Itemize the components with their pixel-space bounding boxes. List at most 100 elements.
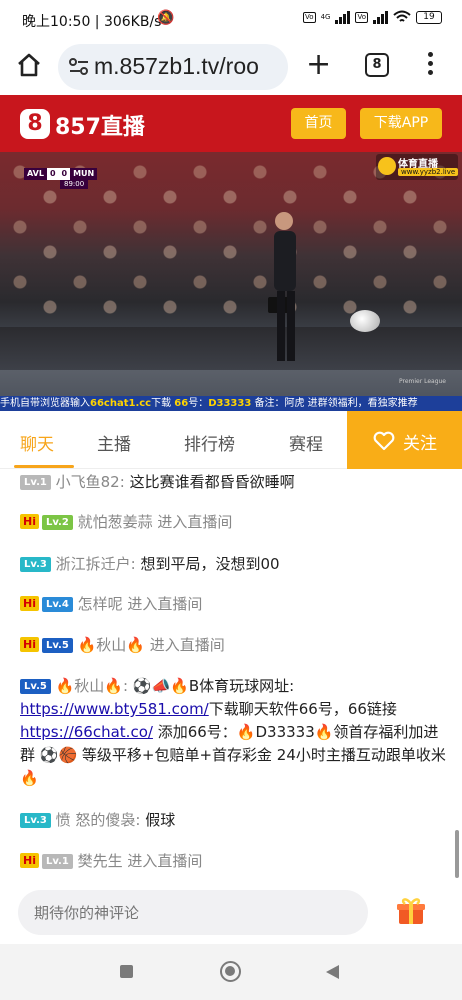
signal-icon [335, 10, 351, 24]
level-badge: Lv.5 [41, 638, 73, 653]
tab-underline [14, 465, 74, 468]
chat-link[interactable]: https://www.bty581.com/ [20, 700, 209, 718]
heart-icon [373, 431, 395, 451]
ticker-site: 66chat1.cc [90, 398, 152, 409]
volte-icon: Vo [303, 11, 316, 23]
system-nav-bar [0, 944, 462, 1000]
tab-switcher-button[interactable]: 8 [365, 53, 389, 77]
hi-badge: Hi [20, 514, 39, 529]
home-icon[interactable] [16, 52, 42, 78]
chat-nick[interactable]: 浙江拆迁户: [56, 555, 136, 573]
chat-message: Lv.3 浙江拆迁户: 想到平局，没想到00 [20, 553, 450, 575]
chat-nick[interactable]: 🔥秋山🔥 [78, 636, 145, 654]
chat-text: 这比赛谁看都昏昏欲睡啊 [129, 473, 295, 491]
mute-icon: 🔕 [157, 10, 175, 26]
ticker-code: D33333 [208, 398, 252, 409]
ticker-banner: 手机自带浏览器输入66chat1.cc下载 66号：D33333 备注：阿虎 进… [0, 396, 462, 411]
chat-message: Lv.1 小飞鱼82: 这比赛谁看都昏昏欲睡啊 [20, 471, 450, 493]
ball [350, 310, 380, 332]
level-badge: Lv.2 [41, 515, 73, 530]
hi-badge: Hi [20, 637, 39, 652]
video-player[interactable]: AVL 0 0 MUN 89:00 体育直播 www.yyzb2.live Pr… [0, 152, 462, 411]
logo-badge: 8 [20, 109, 50, 139]
chat-link[interactable]: https://66chat.co/ [20, 723, 153, 741]
download-app-button[interactable]: 下载APP [360, 108, 442, 139]
back-icon[interactable] [325, 964, 340, 980]
chat-message: Hi Lv.4 怎样呢 进入直播间 [20, 593, 450, 615]
chat-text: 进入直播间 [157, 513, 233, 531]
scoreboard: AVL 0 0 MUN [24, 168, 98, 180]
chat-text: 进入直播间 [127, 852, 203, 870]
chat-message: Hi Lv.1 樊先生 进入直播间 [20, 850, 450, 872]
league-logo-text: Premier League [398, 378, 446, 385]
hi-badge: Hi [20, 853, 39, 868]
watermark: 体育直播 www.yyzb2.live [376, 154, 459, 180]
network-label: 4G [320, 13, 331, 21]
chat-message: Lv.3 愤 怒的傻袅: 假球 [20, 809, 450, 831]
score-away: 0 [58, 168, 71, 180]
tab-ranking[interactable]: 排行榜 [184, 430, 235, 455]
tab-chat[interactable]: 聊天 [20, 430, 54, 455]
level-badge: Lv.3 [20, 557, 51, 572]
chat-text: 想到平局，没想到00 [140, 555, 280, 573]
chat-nick[interactable]: 小飞鱼82: [56, 473, 125, 491]
scrollbar[interactable] [455, 830, 459, 878]
chat-nick[interactable]: 🔥秋山🔥: [56, 677, 128, 695]
battery-icon: 19 [416, 10, 442, 24]
chat-text: 下载聊天软件66号，66链接 [208, 700, 397, 718]
browser-toolbar: m.857zb1.tv/roo + 8 [0, 40, 462, 95]
more-menu-icon[interactable] [428, 52, 434, 79]
level-badge: Lv.1 [20, 475, 51, 490]
hi-badge: Hi [20, 596, 39, 611]
address-bar[interactable]: m.857zb1.tv/roo [58, 44, 288, 90]
chat-text: 进入直播间 [149, 636, 225, 654]
follow-button[interactable]: 关注 [347, 411, 462, 469]
team-home: AVL [27, 169, 44, 178]
score-home: 0 [46, 168, 59, 180]
recents-icon[interactable] [120, 965, 133, 978]
watermark-url: www.yyzb2.live [398, 168, 459, 176]
ticker-num: 66 [174, 398, 189, 409]
new-tab-icon[interactable]: + [306, 50, 331, 80]
chat-nick[interactable]: 怎样呢 [78, 595, 123, 613]
tab-schedule[interactable]: 赛程 [289, 430, 323, 455]
comment-input[interactable] [34, 890, 354, 935]
comment-input-wrapper[interactable] [18, 890, 368, 935]
watermark-icon [378, 157, 396, 175]
follow-label: 关注 [403, 434, 437, 454]
tab-anchor[interactable]: 主播 [97, 430, 131, 455]
site-header: 8 857直播 首页 下载APP [0, 95, 462, 152]
video-wall [0, 327, 462, 372]
chat-text: 假球 [145, 811, 176, 829]
level-badge: Lv.3 [20, 813, 51, 828]
volte-icon-2: Vo [355, 11, 368, 23]
signal-icon-2 [373, 10, 388, 24]
comment-bar [0, 880, 462, 944]
ticker-suffix: 备注：阿虎 进群领福利，看独家推荐 [251, 398, 418, 409]
url-text[interactable]: m.857zb1.tv/roo [94, 53, 259, 80]
site-settings-icon[interactable] [68, 56, 90, 78]
status-bar: 晚上10:50 | 306KB/s 🔕 Vo 4G Vo 19 [0, 0, 462, 40]
chat-text: 进入直播间 [127, 595, 203, 613]
ticker-mid2: 号： [188, 398, 209, 409]
ticker-mid: 下载 [151, 398, 175, 409]
team-away: MUN [73, 169, 95, 178]
level-badge: Lv.1 [41, 854, 73, 869]
player-figure [268, 212, 296, 361]
chat-nick[interactable]: 愤 怒的傻袅: [56, 811, 141, 829]
chat-nick[interactable]: 就怕葱姜蒜 [78, 513, 153, 531]
home-button[interactable]: 首页 [291, 108, 346, 139]
chat-message: Hi Lv.5 🔥秋山🔥 进入直播间 [20, 634, 450, 656]
chat-message: Hi Lv.2 就怕葱姜蒜 进入直播间 [20, 511, 450, 533]
battery-level: 19 [423, 11, 435, 22]
wifi-icon [393, 10, 411, 22]
status-time: 晚上10:50 | 306KB/s [22, 14, 162, 30]
ticker-prefix: 手机自带浏览器输入 [0, 398, 90, 409]
chat-text: ⚽📣🔥B体育玩球网址: [132, 677, 295, 695]
gift-icon[interactable] [396, 896, 426, 926]
logo-text: 857直播 [55, 115, 145, 140]
chat-nick[interactable]: 樊先生 [78, 852, 123, 870]
home-nav-icon[interactable] [220, 961, 241, 982]
chat-message: Lv.5 🔥秋山🔥: ⚽📣🔥B体育玩球网址: https://www.bty58… [20, 675, 450, 790]
chat-list[interactable]: Lv.1 小飞鱼82: 这比赛谁看都昏昏欲睡啊 Hi Lv.2 就怕葱姜蒜 进入直… [0, 469, 462, 879]
